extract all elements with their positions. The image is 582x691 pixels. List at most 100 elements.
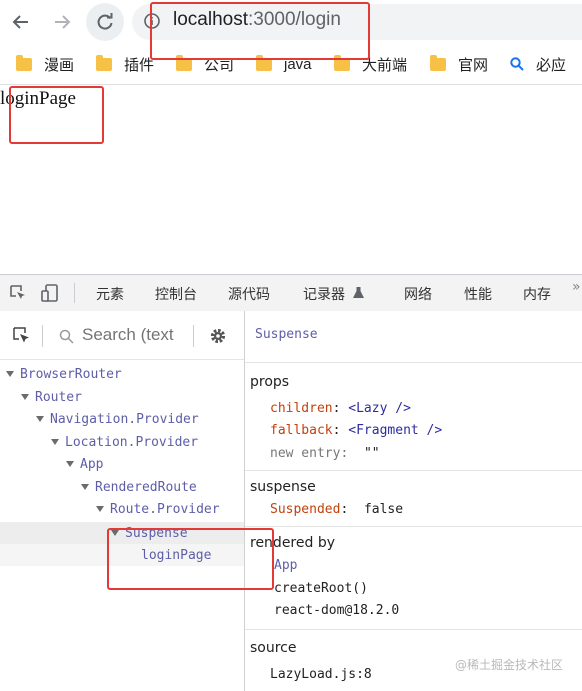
tab-console[interactable]: 控制台 <box>155 284 197 304</box>
expand-triangle-icon <box>6 371 14 377</box>
tab-sources[interactable]: 源代码 <box>228 284 270 304</box>
component-name: Location.Provider <box>65 434 199 450</box>
expand-triangle-icon <box>111 530 119 536</box>
search-input[interactable] <box>82 323 182 347</box>
expand-triangle-icon <box>81 484 89 490</box>
divider <box>245 629 582 630</box>
devtools-tabbar: 元素 控制台 源代码 记录器 网络 性能 内存 » <box>0 274 582 312</box>
tree-row[interactable]: App <box>66 453 103 475</box>
bookmark-item[interactable]: java <box>256 54 312 74</box>
bookmark-label: 必应 <box>536 56 567 74</box>
prop-key: Suspended <box>270 502 341 517</box>
tab-memory[interactable]: 内存 <box>523 284 551 304</box>
gear-icon[interactable] <box>209 327 227 345</box>
expand-triangle-icon <box>36 416 44 422</box>
divider <box>245 470 582 471</box>
more-tabs-icon[interactable]: » <box>572 279 581 295</box>
tab-elements[interactable]: 元素 <box>96 284 124 304</box>
arrow-left-icon <box>12 15 28 29</box>
component-inspector-panel <box>245 311 582 691</box>
prop-key: children <box>270 401 333 416</box>
expand-triangle-icon <box>96 506 104 512</box>
bookmarks-bar: 漫画 插件 公司 java 大前端 官网 必应 <box>0 44 582 85</box>
new-entry-label: new entry <box>270 446 341 461</box>
source-file[interactable]: LazyLoad.js:8 <box>270 667 372 682</box>
component-name: Route.Provider <box>110 501 220 517</box>
expand-triangle-icon <box>66 461 74 467</box>
component-name: BrowserRouter <box>20 366 122 382</box>
component-name: App <box>80 456 104 472</box>
prop-value: <Fragment /> <box>348 423 443 438</box>
back-button[interactable] <box>6 7 36 37</box>
bookmark-item[interactable]: 漫画 <box>16 54 74 74</box>
forward-button[interactable] <box>47 7 77 37</box>
bookmark-item[interactable]: 大前端 <box>334 54 407 74</box>
bookmark-item[interactable]: 插件 <box>96 54 154 74</box>
component-name: Router <box>35 389 82 405</box>
rendered-by-link[interactable]: App <box>274 558 297 573</box>
bookmark-label: 插件 <box>124 56 155 74</box>
folder-icon <box>96 54 112 71</box>
suspended-toggle[interactable]: Suspended: false <box>270 502 403 517</box>
component-name: RenderedRoute <box>95 479 197 495</box>
suspense-section-title: suspense <box>250 479 316 495</box>
bookmark-item[interactable]: 必应 <box>510 54 566 74</box>
reload-icon <box>97 13 113 30</box>
folder-icon <box>430 54 446 71</box>
tree-row[interactable]: RenderedRoute <box>81 476 197 498</box>
bookmark-label: java <box>284 55 312 73</box>
tree-row[interactable]: loginPage <box>141 544 211 566</box>
source-section-title: source <box>250 640 297 656</box>
component-name: Suspense <box>125 525 188 541</box>
inspect-element-icon[interactable] <box>8 283 28 303</box>
search-icon <box>59 329 74 344</box>
tree-row[interactable]: Router <box>21 386 82 408</box>
bookmark-item[interactable]: 官网 <box>430 54 488 74</box>
bookmark-label: 公司 <box>204 56 235 74</box>
divider <box>74 283 75 303</box>
component-name: loginPage <box>141 547 212 563</box>
prop-fallback[interactable]: fallback: <Fragment /> <box>270 423 442 438</box>
tree-row[interactable]: BrowserRouter <box>6 363 122 385</box>
url-text[interactable]: localhost:3000/login <box>173 9 341 31</box>
tab-network[interactable]: 网络 <box>404 284 432 304</box>
flask-icon <box>353 287 365 298</box>
selected-component-title: Suspense <box>255 327 318 342</box>
divider <box>245 362 582 363</box>
rendered-by-item: react-dom@18.2.0 <box>274 603 400 618</box>
expand-triangle-icon <box>51 439 59 445</box>
tree-row[interactable]: Location.Provider <box>51 431 198 453</box>
folder-icon <box>176 54 192 71</box>
tree-search-bar <box>0 311 244 360</box>
tab-recorder-label: 记录器 <box>303 287 345 303</box>
bookmark-label: 漫画 <box>44 56 75 74</box>
url-path: :3000/login <box>248 9 341 30</box>
tree-row[interactable]: Navigation.Provider <box>36 408 199 430</box>
select-component-icon[interactable] <box>12 326 32 346</box>
arrow-right-icon <box>55 15 71 29</box>
divider <box>245 526 582 527</box>
divider <box>193 325 194 347</box>
reload-button[interactable] <box>86 3 124 41</box>
watermark: @稀土掘金技术社区 <box>455 658 564 672</box>
tab-performance[interactable]: 性能 <box>464 284 492 304</box>
tree-row[interactable]: Suspense <box>111 522 188 544</box>
props-section-title: props <box>250 374 290 390</box>
prop-key: fallback <box>270 423 333 438</box>
folder-icon <box>16 54 32 71</box>
folder-icon <box>334 54 350 71</box>
rendered-by-section-title: rendered by <box>250 535 336 551</box>
new-prop-entry[interactable]: new entry: "" <box>270 446 380 461</box>
site-info-icon[interactable] <box>144 13 160 29</box>
tab-recorder[interactable]: 记录器 <box>303 284 365 304</box>
tree-row[interactable]: Route.Provider <box>96 498 220 520</box>
prop-value: false <box>363 502 404 517</box>
rendered-by-item: createRoot() <box>274 581 368 596</box>
device-toolbar-icon[interactable] <box>40 283 60 303</box>
prop-children[interactable]: children: <Lazy /> <box>270 401 411 416</box>
new-entry-value: "" <box>363 446 380 461</box>
bookmark-item[interactable]: 公司 <box>176 54 234 74</box>
search-icon <box>510 57 524 71</box>
expand-triangle-icon <box>21 394 29 400</box>
browser-toolbar: localhost:3000/login <box>0 0 582 44</box>
